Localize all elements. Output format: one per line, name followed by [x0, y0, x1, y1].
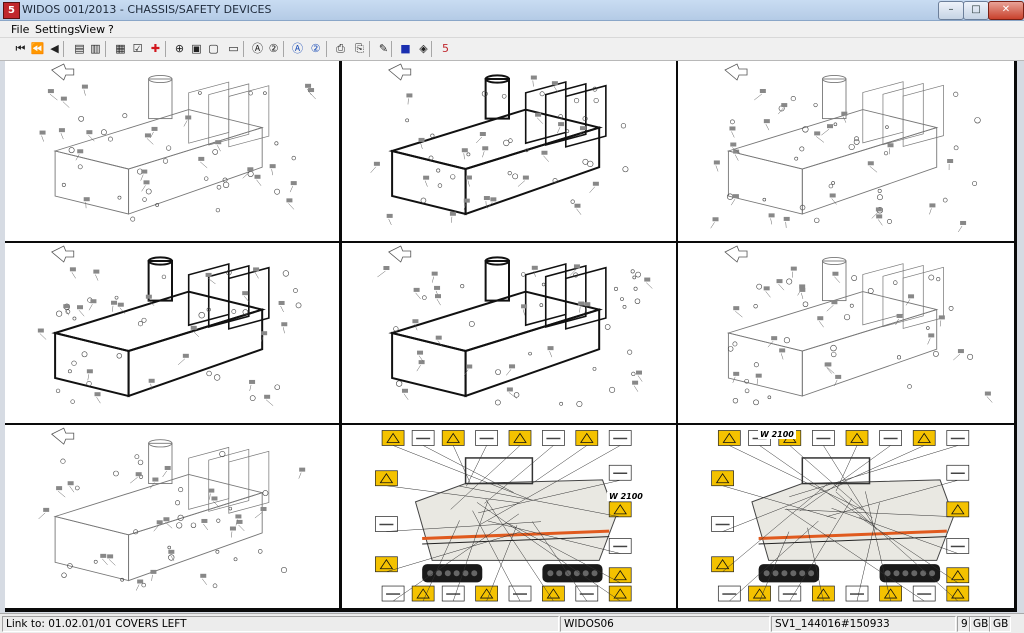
toolbar-separator: [391, 41, 392, 57]
toolbar-separator: [369, 41, 370, 57]
eraser-icon[interactable]: ◈: [416, 41, 431, 56]
search-a-icon[interactable]: Ⓐ: [250, 41, 265, 56]
back-icon[interactable]: ◀: [47, 41, 62, 56]
window-title: WIDOS 001/2013 - CHASSIS/SAFETY DEVICES: [22, 3, 272, 16]
maximize-button[interactable]: □: [963, 1, 989, 20]
title-bar: 5 WIDOS 001/2013 - CHASSIS/SAFETY DEVICE…: [0, 0, 1024, 21]
drawing-image: [5, 425, 339, 608]
toolbar-separator: [283, 41, 284, 57]
page-up-icon[interactable]: ▤: [72, 41, 87, 56]
menu-help[interactable]: ?: [108, 23, 114, 36]
toolbar: ⏮⏪◀▤▥▦☑✚⊕▣▢▭Ⓐ②Ⓐ②⎙⎘✎■◈5: [0, 38, 1024, 61]
drawing-image: [678, 243, 1014, 423]
print-list-icon[interactable]: ▦: [113, 41, 128, 56]
circle-a-blue-icon[interactable]: Ⓐ: [290, 41, 305, 56]
page-forward-icon[interactable]: ▥: [88, 41, 103, 56]
toolbar-separator: [431, 41, 432, 57]
status-language-1: GB: [969, 616, 991, 632]
thumb-chassis-frame-gray[interactable]: [678, 61, 1014, 241]
menu-bar: File Settings View ?: [0, 21, 1024, 38]
page-view-icon[interactable]: ▣: [189, 41, 204, 56]
first-page-icon[interactable]: ⏮: [13, 41, 28, 56]
model-label: W 2100: [607, 492, 645, 501]
thumb-chassis-covers-left[interactable]: [5, 243, 339, 423]
toolbar-separator: [105, 41, 106, 57]
status-language-2: GB: [989, 616, 1011, 632]
menu-file[interactable]: File: [11, 23, 29, 36]
drawing-image: [5, 243, 339, 423]
status-link: Link to: 01.02.01/01 COVERS LEFT: [2, 616, 559, 632]
drawing-image: [342, 243, 676, 423]
fullscreen-icon[interactable]: ▭: [226, 41, 241, 56]
toolbar-separator: [165, 41, 166, 57]
status-document: WIDOS06: [560, 616, 770, 632]
app-logo-icon[interactable]: 5: [3, 2, 20, 19]
zoom-in-icon[interactable]: ⊕: [172, 41, 187, 56]
thumb-chassis-frame-black[interactable]: [342, 61, 676, 241]
toolbar-separator: [63, 41, 64, 57]
blue-square-icon[interactable]: ■: [398, 41, 413, 56]
add-red-cross-icon[interactable]: ✚: [148, 41, 163, 56]
drawing-image: [5, 61, 339, 241]
checklist-icon[interactable]: ☑: [130, 41, 145, 56]
search-2-icon[interactable]: ②: [266, 41, 281, 56]
thumb-chassis-covers-right[interactable]: [678, 243, 1014, 423]
two-page-view-icon[interactable]: ▢: [206, 41, 221, 56]
previous-page-icon[interactable]: ⏪: [30, 41, 45, 56]
close-button[interactable]: ✕: [988, 1, 1024, 20]
printer-icon[interactable]: ⎙: [333, 41, 348, 56]
printer-setup-icon[interactable]: ⎘: [352, 41, 367, 56]
model-label: W 2100: [758, 430, 796, 439]
toolbar-separator: [243, 41, 244, 57]
thumbnail-grid: W 2100 W 2100: [5, 61, 1017, 612]
drawing-image: [342, 61, 676, 241]
thumb-safety-decals-left[interactable]: W 2100: [342, 425, 676, 608]
widos-logo-icon[interactable]: 5: [438, 41, 453, 56]
drawing-image: [678, 425, 1014, 608]
menu-view[interactable]: View: [79, 23, 105, 36]
status-id: SV1_144016#150933: [771, 616, 956, 632]
thumb-chassis-covers-left-2[interactable]: [342, 243, 676, 423]
circle-2-blue-icon[interactable]: ②: [308, 41, 323, 56]
thumb-chassis-underside[interactable]: [5, 425, 339, 608]
drawing-image: [678, 61, 1014, 241]
drawing-image: [342, 425, 676, 608]
status-bar: Link to: 01.02.01/01 COVERS LEFT WIDOS06…: [0, 613, 1024, 633]
thumb-safety-decals-right[interactable]: W 2100: [678, 425, 1014, 608]
minimize-button[interactable]: –: [938, 1, 964, 20]
notes-icon[interactable]: ✎: [376, 41, 391, 56]
menu-settings[interactable]: Settings: [35, 23, 80, 36]
thumb-chassis-exploded-1[interactable]: [5, 61, 339, 241]
toolbar-separator: [326, 41, 327, 57]
